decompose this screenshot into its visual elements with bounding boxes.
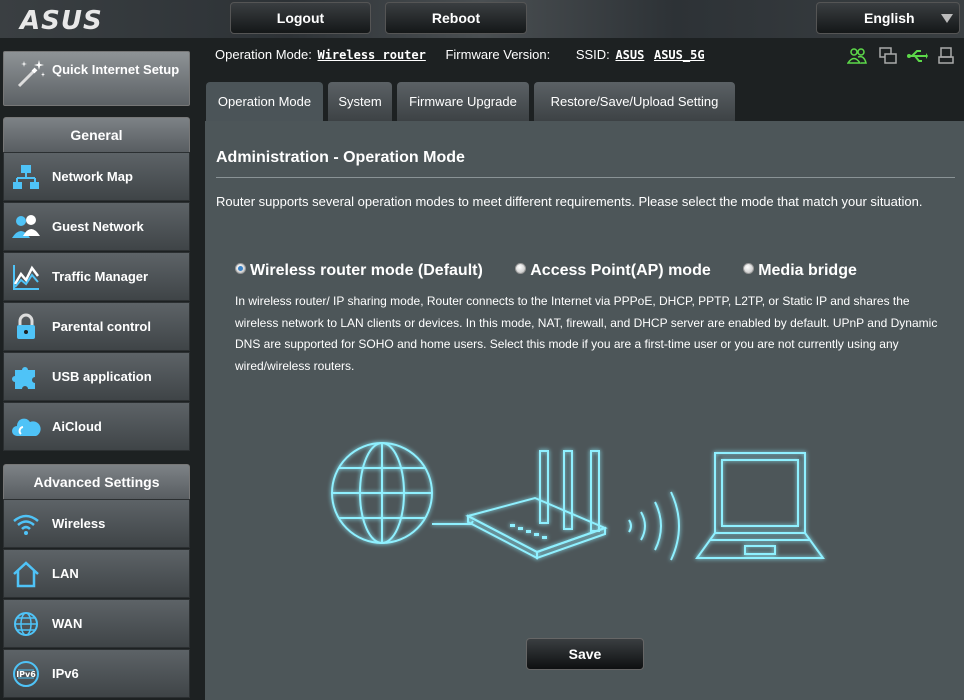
ssid-link-5g[interactable]: ASUS_5G	[654, 48, 705, 62]
internet-globe-icon	[331, 442, 433, 544]
clients-status-icon[interactable]	[847, 46, 867, 66]
title-divider	[216, 177, 955, 178]
sidebar-item-label: Guest Network	[52, 219, 144, 234]
language-select[interactable]: English	[816, 2, 960, 34]
sidebar-item-parental-control[interactable]: Parental control	[3, 302, 190, 351]
radio-label-wireless-router[interactable]: Wireless router mode (Default)	[250, 262, 483, 279]
network-map-icon	[13, 165, 39, 189]
quick-setup-label: Quick Internet Setup	[52, 62, 180, 77]
page-description: Router supports several operation modes …	[216, 194, 923, 209]
sidebar-item-label: Network Map	[52, 169, 133, 184]
sidebar-item-label: IPv6	[52, 666, 79, 681]
ipv6-icon: IPv6	[13, 661, 39, 687]
top-bar: ASUS Logout Reboot English	[0, 0, 964, 38]
sidebar-item-usb-application[interactable]: USB application	[3, 352, 190, 401]
sidebar-item-label: WAN	[52, 616, 83, 631]
sidebar-item-label: Wireless	[52, 516, 106, 531]
sidebar-item-traffic-manager[interactable]: Traffic Manager	[3, 252, 190, 301]
radio-wireless-router-mode[interactable]	[235, 263, 246, 275]
tab-firmware-upgrade[interactable]: Firmware Upgrade	[397, 82, 529, 121]
magic-wand-icon	[17, 60, 45, 88]
home-icon	[13, 561, 39, 588]
sidebar-item-lan[interactable]: LAN	[3, 549, 190, 598]
quick-internet-setup-button[interactable]: Quick Internet Setup	[3, 51, 190, 106]
asus-logo: ASUS	[20, 6, 103, 36]
sidebar-item-label: AiCloud	[52, 419, 102, 434]
guest-network-icon	[12, 215, 40, 238]
general-section-header: General	[3, 117, 190, 153]
firmware-version-label: Firmware Version:	[445, 47, 551, 62]
sidebar-item-aicloud[interactable]: AiCloud	[3, 402, 190, 451]
radio-media-bridge[interactable]	[743, 263, 755, 275]
operation-mode-label: Operation Mode:	[215, 47, 312, 62]
ssid-label: SSID:	[575, 47, 610, 62]
router-info-bar: Operation Mode: Wireless router Firmware…	[215, 47, 705, 62]
sidebar-item-label: USB application	[52, 369, 152, 384]
save-button[interactable]: Save	[526, 638, 644, 670]
traffic-manager-icon	[13, 265, 39, 290]
advanced-settings-section-header: Advanced Settings	[3, 464, 190, 500]
reboot-button[interactable]: Reboot	[385, 2, 527, 34]
sidebar-item-guest-network[interactable]: Guest Network	[3, 202, 190, 251]
logout-button[interactable]: Logout	[230, 2, 371, 34]
radio-label-media-bridge[interactable]: Media bridge	[758, 262, 857, 279]
tab-restore-save-upload[interactable]: Restore/Save/Upload Setting	[534, 82, 735, 121]
printer-status-icon[interactable]	[937, 46, 955, 66]
tab-system[interactable]: System	[328, 82, 392, 121]
wireless-router-mode-illustration	[331, 442, 825, 561]
lock-icon	[17, 313, 35, 339]
main-panel: Administration - Operation Mode Router s…	[205, 121, 964, 700]
operation-mode-link[interactable]: Wireless router	[317, 48, 425, 62]
chevron-down-icon	[941, 14, 953, 23]
language-label: English	[864, 10, 915, 26]
puzzle-icon	[12, 367, 35, 389]
laptop-icon	[695, 452, 825, 559]
page-title: Administration - Operation Mode	[216, 149, 465, 166]
operation-mode-radio-group: Wireless router mode (Default) Access Po…	[235, 262, 885, 280]
sidebar-item-label: LAN	[52, 566, 79, 581]
wireless-signal-icon	[628, 491, 680, 561]
sidebar-item-ipv6[interactable]: IPv6 IPv6	[3, 649, 190, 698]
sidebar-item-wan[interactable]: WAN	[3, 599, 190, 648]
network-status-icon[interactable]	[878, 46, 898, 66]
sidebar-item-network-map[interactable]: Network Map	[3, 152, 190, 201]
router-icon	[465, 450, 608, 560]
radio-label-access-point[interactable]: Access Point(AP) mode	[530, 262, 710, 279]
cloud-icon	[12, 418, 41, 436]
sidebar-item-label: Traffic Manager	[52, 269, 149, 284]
sidebar-item-label: Parental control	[52, 319, 151, 334]
tab-operation-mode[interactable]: Operation Mode	[206, 82, 323, 121]
usb-status-icon[interactable]	[906, 46, 928, 66]
globe-icon	[14, 612, 38, 636]
mode-description: In wireless router/ IP sharing mode, Rou…	[235, 294, 938, 373]
radio-access-point-mode[interactable]	[515, 263, 527, 275]
svg-text:IPv6: IPv6	[16, 670, 36, 679]
sidebar-item-wireless[interactable]: Wireless	[3, 499, 190, 548]
wifi-icon	[13, 514, 39, 535]
ssid-link-2g[interactable]: ASUS	[615, 48, 644, 62]
